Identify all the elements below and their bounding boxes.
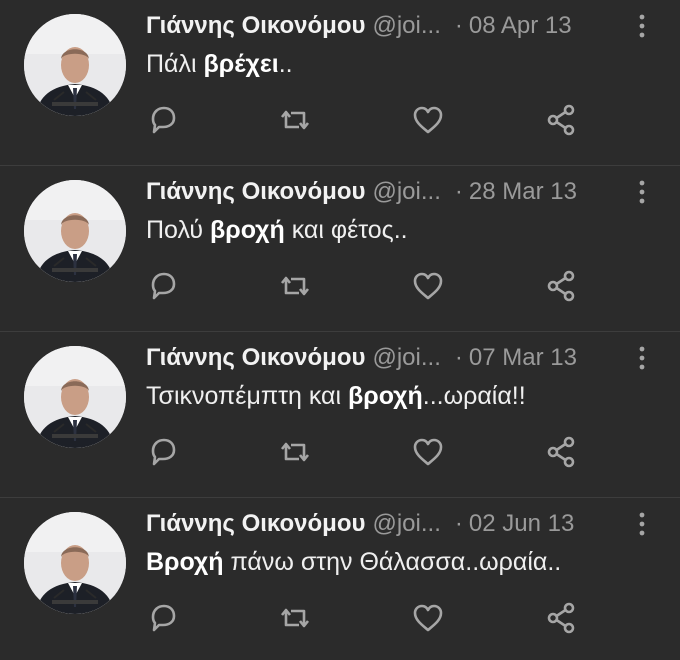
author-name[interactable]: Γιάννης Οικονόμου bbox=[146, 178, 365, 206]
retweet-button[interactable] bbox=[277, 102, 313, 138]
tweet-text: Πολύ βροχή και φέτος.. bbox=[146, 216, 660, 245]
text-part: ...ωραία!! bbox=[422, 382, 526, 410]
reply-icon bbox=[151, 438, 176, 466]
heart-icon bbox=[413, 272, 443, 300]
profile-photo bbox=[24, 180, 126, 282]
reply-button[interactable] bbox=[145, 600, 181, 636]
reply-button[interactable] bbox=[145, 102, 181, 138]
heart-icon bbox=[413, 438, 443, 466]
reply-button[interactable] bbox=[145, 434, 181, 470]
retweet-icon bbox=[280, 442, 310, 462]
reply-icon bbox=[151, 604, 176, 632]
tweet-date[interactable]: 08 Apr 13 bbox=[469, 12, 572, 40]
more-options-button[interactable] bbox=[634, 344, 650, 372]
profile-photo bbox=[24, 346, 126, 448]
tweet-text: Πάλι βρέχει.. bbox=[146, 50, 660, 79]
tweet-date[interactable]: 28 Mar 13 bbox=[469, 178, 577, 206]
avatar[interactable] bbox=[24, 512, 126, 614]
retweet-icon bbox=[280, 276, 310, 296]
tweet-header: Γιάννης Οικονόμου @joi... · 02 Jun 13 bbox=[146, 509, 620, 539]
tweet[interactable]: Γιάννης Οικονόμου @joi... · 02 Jun 13 Βρ… bbox=[0, 498, 680, 660]
separator-dot: · bbox=[454, 510, 463, 537]
tweet[interactable]: Γιάννης Οικονόμου @joi... · 08 Apr 13 Πά… bbox=[0, 0, 680, 166]
like-button[interactable] bbox=[410, 102, 446, 138]
tweet-actions bbox=[0, 268, 680, 304]
text-part: πάνω στην Θάλασσα..ωραία.. bbox=[223, 548, 562, 576]
avatar[interactable] bbox=[24, 14, 126, 116]
tweet-header: Γιάννης Οικονόμου @joi... · 28 Mar 13 bbox=[146, 177, 620, 207]
tweet-feed: Γιάννης Οικονόμου @joi... · 08 Apr 13 Πά… bbox=[0, 0, 680, 660]
tweet-text: Τσικνοπέμπτη και βροχή...ωραία!! bbox=[146, 382, 660, 411]
author-handle[interactable]: @joi... bbox=[372, 344, 440, 372]
text-part-bold: βροχή bbox=[210, 216, 285, 244]
vertical-dots-icon bbox=[639, 512, 645, 536]
share-icon bbox=[547, 104, 575, 136]
vertical-dots-icon bbox=[639, 180, 645, 204]
more-options-button[interactable] bbox=[634, 12, 650, 40]
author-name[interactable]: Γιάννης Οικονόμου bbox=[146, 510, 365, 538]
retweet-icon bbox=[280, 110, 310, 130]
retweet-button[interactable] bbox=[277, 268, 313, 304]
profile-photo bbox=[24, 512, 126, 614]
more-options-button[interactable] bbox=[634, 510, 650, 538]
tweet[interactable]: Γιάννης Οικονόμου @joi... · 28 Mar 13 Πο… bbox=[0, 166, 680, 332]
author-name[interactable]: Γιάννης Οικονόμου bbox=[146, 12, 365, 40]
tweet-date[interactable]: 02 Jun 13 bbox=[469, 510, 574, 538]
avatar[interactable] bbox=[24, 180, 126, 282]
tweet-date[interactable]: 07 Mar 13 bbox=[469, 344, 577, 372]
vertical-dots-icon bbox=[639, 346, 645, 370]
retweet-icon bbox=[280, 608, 310, 628]
text-part-bold: Βροχή bbox=[146, 548, 224, 576]
text-part: και φέτος.. bbox=[284, 216, 408, 244]
tweet-actions bbox=[0, 600, 680, 636]
separator-dot: · bbox=[454, 344, 463, 371]
more-options-button[interactable] bbox=[634, 178, 650, 206]
like-button[interactable] bbox=[410, 434, 446, 470]
tweet-actions bbox=[0, 102, 680, 138]
reply-icon bbox=[151, 272, 176, 300]
author-name[interactable]: Γιάννης Οικονόμου bbox=[146, 344, 365, 372]
share-button[interactable] bbox=[543, 600, 579, 636]
text-part: Πολύ bbox=[146, 216, 211, 244]
retweet-button[interactable] bbox=[277, 600, 313, 636]
vertical-dots-icon bbox=[639, 14, 645, 38]
text-part: Πάλι bbox=[146, 50, 204, 78]
share-icon bbox=[547, 270, 575, 302]
share-button[interactable] bbox=[543, 268, 579, 304]
share-icon bbox=[547, 436, 575, 468]
profile-photo bbox=[24, 14, 126, 116]
retweet-button[interactable] bbox=[277, 434, 313, 470]
tweet[interactable]: Γιάννης Οικονόμου @joi... · 07 Mar 13 Τσ… bbox=[0, 332, 680, 498]
author-handle[interactable]: @joi... bbox=[372, 178, 440, 206]
reply-button[interactable] bbox=[145, 268, 181, 304]
text-part: .. bbox=[278, 50, 293, 78]
share-icon bbox=[547, 602, 575, 634]
author-handle[interactable]: @joi... bbox=[372, 510, 440, 538]
separator-dot: · bbox=[454, 178, 463, 205]
text-part-bold: βροχή bbox=[347, 382, 423, 410]
author-handle[interactable]: @joi... bbox=[372, 12, 440, 40]
heart-icon bbox=[413, 604, 443, 632]
separator-dot: · bbox=[454, 12, 463, 39]
tweet-header: Γιάννης Οικονόμου @joi... · 08 Apr 13 bbox=[146, 11, 620, 41]
tweet-text: Βροχή πάνω στην Θάλασσα..ωραία.. bbox=[146, 548, 660, 577]
text-part-bold: βρέχει bbox=[203, 50, 279, 78]
text-part: Τσικνοπέμπτη και bbox=[146, 382, 348, 410]
reply-icon bbox=[151, 106, 176, 134]
tweet-header: Γιάννης Οικονόμου @joi... · 07 Mar 13 bbox=[146, 343, 620, 373]
share-button[interactable] bbox=[543, 434, 579, 470]
tweet-actions bbox=[0, 434, 680, 470]
heart-icon bbox=[413, 106, 443, 134]
avatar[interactable] bbox=[24, 346, 126, 448]
share-button[interactable] bbox=[543, 102, 579, 138]
like-button[interactable] bbox=[410, 600, 446, 636]
like-button[interactable] bbox=[410, 268, 446, 304]
